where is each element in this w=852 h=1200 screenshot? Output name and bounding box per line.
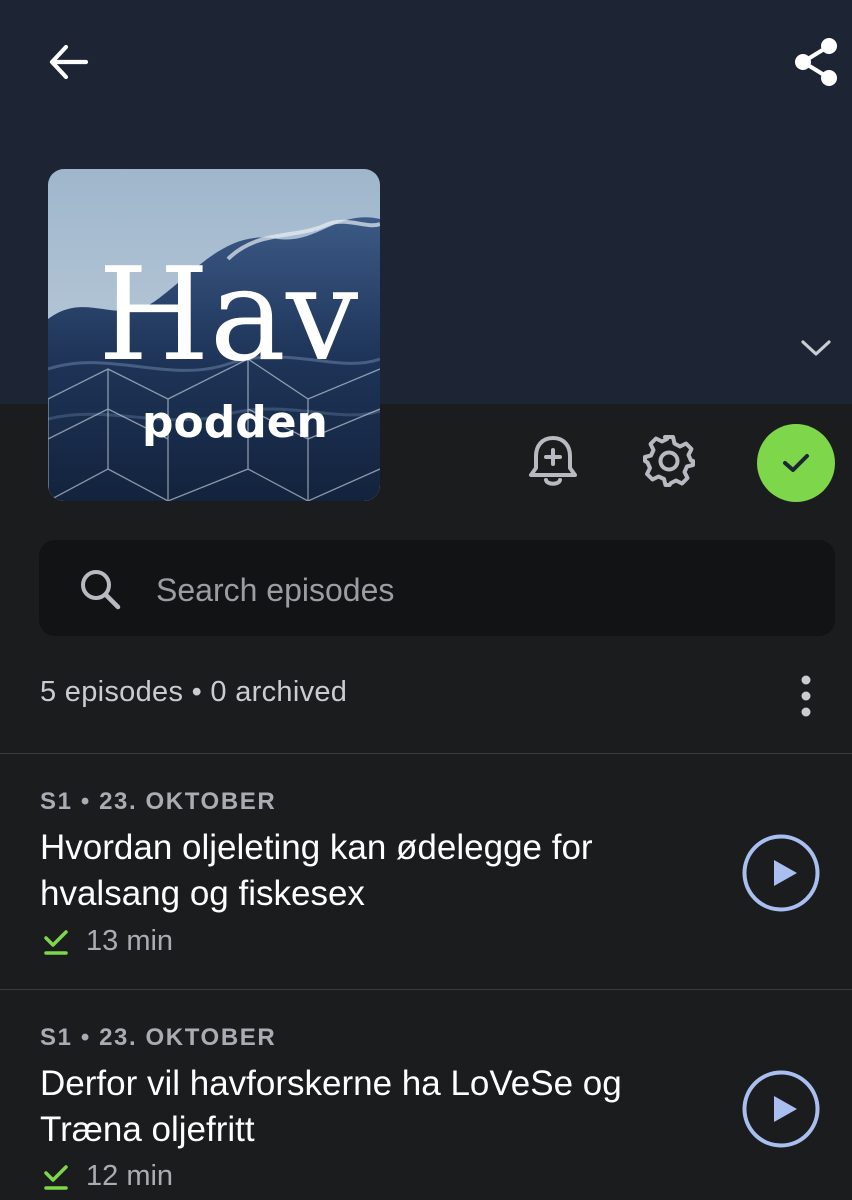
check-icon (783, 454, 809, 472)
share-button[interactable] (780, 28, 852, 96)
episode-duration-row: 12 min (40, 1158, 173, 1194)
share-icon (795, 38, 837, 86)
list-divider (0, 989, 852, 990)
episode-title: Hvordan oljeleting kan ødelegge for hval… (40, 828, 593, 913)
bell-plus-icon (529, 436, 577, 486)
episode-meta: S1 • 23. OKTOBER (40, 788, 277, 815)
artwork-subtitle: podden (142, 397, 328, 448)
episode-duration: 12 min (86, 1159, 174, 1192)
played-check-icon (44, 930, 68, 955)
play-button[interactable] (742, 834, 820, 912)
episode-title: Derfor vil havforskerne ha LoVeSe og Træ… (40, 1064, 622, 1149)
play-icon (742, 834, 820, 912)
search-input[interactable] (154, 566, 798, 614)
chevron-down-icon (801, 340, 831, 356)
episode-summary: 5 episodes • 0 archived (40, 676, 348, 708)
more-vert-icon (801, 675, 811, 717)
podcast-artwork: Hav podden (48, 169, 380, 501)
settings-button[interactable] (636, 428, 702, 494)
notifications-button[interactable] (520, 428, 586, 494)
gear-icon (643, 435, 695, 487)
episode-duration-row: 13 min (40, 923, 173, 959)
more-options-button[interactable] (780, 670, 832, 722)
arrow-left-icon (49, 44, 89, 80)
play-button[interactable] (742, 1070, 820, 1148)
artwork-title: Hav (98, 241, 358, 390)
back-button[interactable] (34, 28, 102, 96)
episode-duration: 13 min (86, 924, 174, 957)
expand-description-button[interactable] (790, 322, 842, 374)
list-divider (0, 753, 852, 754)
episode-meta: S1 • 23. OKTOBER (40, 1024, 277, 1051)
search-icon (81, 570, 121, 610)
play-icon (742, 1070, 820, 1148)
played-check-icon (44, 1165, 68, 1190)
subscribed-button[interactable] (757, 424, 835, 502)
